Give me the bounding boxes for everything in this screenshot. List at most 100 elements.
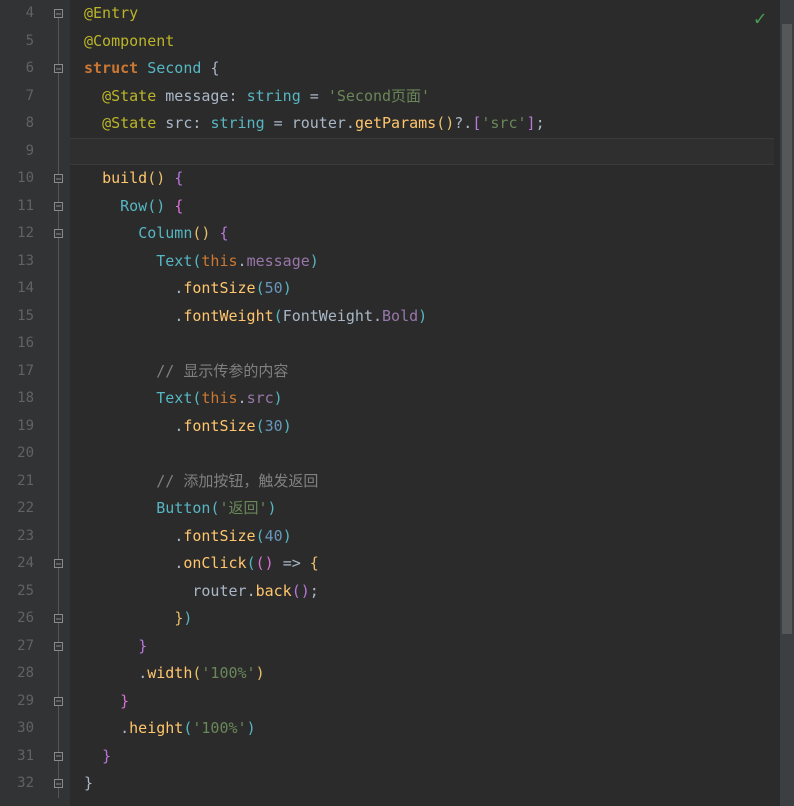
code-line[interactable]: .width('100%') (84, 660, 794, 688)
line-number: 30 (0, 715, 34, 743)
code-line[interactable]: Text(this.message) (84, 248, 794, 276)
code-line[interactable] (84, 330, 794, 358)
code-line[interactable]: .fontWeight(FontWeight.Bold) (84, 303, 794, 331)
fold-toggle-icon[interactable] (54, 64, 63, 73)
code-token: this (201, 252, 237, 270)
code-line[interactable]: struct Second { (84, 55, 794, 83)
line-number: 11 (0, 193, 34, 221)
fold-cell (46, 715, 70, 743)
fold-cell (46, 468, 70, 496)
code-token (301, 87, 310, 105)
code-line[interactable]: } (84, 770, 794, 798)
code-token: ) (156, 197, 165, 215)
code-token: ] (527, 114, 536, 132)
code-line[interactable]: @Component (84, 28, 794, 56)
code-line[interactable]: Text(this.src) (84, 385, 794, 413)
code-line[interactable]: } (84, 743, 794, 771)
fold-cell[interactable] (46, 743, 70, 771)
code-token: Bold (382, 307, 418, 325)
code-token: . (174, 527, 183, 545)
fold-toggle-icon[interactable] (54, 9, 63, 18)
code-token: } (174, 609, 183, 627)
code-line[interactable]: Column() { (84, 220, 794, 248)
code-token (274, 554, 283, 572)
line-number: 14 (0, 275, 34, 303)
code-token: 50 (265, 279, 283, 297)
code-line[interactable]: Button('返回') (84, 495, 794, 523)
code-token: this (201, 389, 237, 407)
code-line[interactable] (84, 138, 794, 166)
code-line[interactable]: // 添加按钮，触发返回 (84, 468, 794, 496)
code-line[interactable] (84, 440, 794, 468)
fold-cell[interactable] (46, 688, 70, 716)
fold-gutter[interactable] (46, 0, 70, 806)
code-token: Column (138, 224, 192, 242)
fold-cell (46, 83, 70, 111)
line-number: 12 (0, 220, 34, 248)
code-line[interactable]: } (84, 688, 794, 716)
fold-cell (46, 523, 70, 551)
fold-end-icon[interactable] (54, 752, 63, 761)
fold-end-icon[interactable] (54, 642, 63, 651)
code-line[interactable]: router.back(); (84, 578, 794, 606)
fold-cell[interactable] (46, 220, 70, 248)
fold-cell[interactable] (46, 0, 70, 28)
line-number: 25 (0, 578, 34, 606)
code-line[interactable]: .fontSize(40) (84, 523, 794, 551)
fold-end-icon[interactable] (54, 614, 63, 623)
code-token: ( (256, 279, 265, 297)
code-line[interactable]: } (84, 633, 794, 661)
code-token: ( (247, 554, 256, 572)
line-number: 18 (0, 385, 34, 413)
code-token: // 显示传参的内容 (156, 362, 288, 380)
code-token: getParams (355, 114, 436, 132)
code-token: . (238, 252, 247, 270)
fold-end-icon[interactable] (54, 779, 63, 788)
fold-cell[interactable] (46, 165, 70, 193)
fold-cell[interactable] (46, 550, 70, 578)
code-token: message (165, 87, 228, 105)
fold-cell[interactable] (46, 633, 70, 661)
code-line[interactable]: .onClick(() => { (84, 550, 794, 578)
line-number: 24 (0, 550, 34, 578)
fold-cell[interactable] (46, 605, 70, 633)
fold-toggle-icon[interactable] (54, 229, 63, 238)
fold-toggle-icon[interactable] (54, 202, 63, 211)
code-content-area[interactable]: ✓ @Entry@Componentstruct Second { @State… (70, 0, 794, 806)
code-token: ( (292, 582, 301, 600)
code-line[interactable]: .height('100%') (84, 715, 794, 743)
fold-toggle-icon[interactable] (54, 559, 63, 568)
fold-cell (46, 578, 70, 606)
fold-cell (46, 358, 70, 386)
code-line[interactable]: // 显示传参的内容 (84, 358, 794, 386)
code-editor[interactable]: 4567891011121314151617181920212223242526… (0, 0, 794, 806)
fold-cell[interactable] (46, 55, 70, 83)
fold-end-icon[interactable] (54, 697, 63, 706)
line-number: 26 (0, 605, 34, 633)
code-token: Text (156, 252, 192, 270)
code-token (84, 197, 120, 215)
code-token (84, 114, 102, 132)
fold-cell (46, 440, 70, 468)
line-number-gutter: 4567891011121314151617181920212223242526… (0, 0, 46, 806)
code-line[interactable]: .fontSize(50) (84, 275, 794, 303)
vertical-scrollbar[interactable] (780, 0, 794, 806)
code-token: ) (256, 664, 265, 682)
code-line[interactable]: @State src: string = router.getParams()?… (84, 110, 794, 138)
code-line[interactable]: Row() { (84, 193, 794, 221)
code-token: ) (274, 389, 283, 407)
code-token (84, 224, 138, 242)
fold-cell[interactable] (46, 193, 70, 221)
fold-cell[interactable] (46, 770, 70, 798)
line-number: 9 (0, 138, 34, 166)
code-line[interactable]: build() { (84, 165, 794, 193)
code-line[interactable]: .fontSize(30) (84, 413, 794, 441)
code-line[interactable]: @State message: string = 'Second页面' (84, 83, 794, 111)
line-number: 13 (0, 248, 34, 276)
scroll-thumb[interactable] (782, 24, 792, 634)
code-line[interactable]: }) (84, 605, 794, 633)
fold-toggle-icon[interactable] (54, 174, 63, 183)
code-lines[interactable]: @Entry@Componentstruct Second { @State m… (84, 0, 794, 798)
code-token: Second (147, 59, 201, 77)
code-line[interactable]: @Entry (84, 0, 794, 28)
